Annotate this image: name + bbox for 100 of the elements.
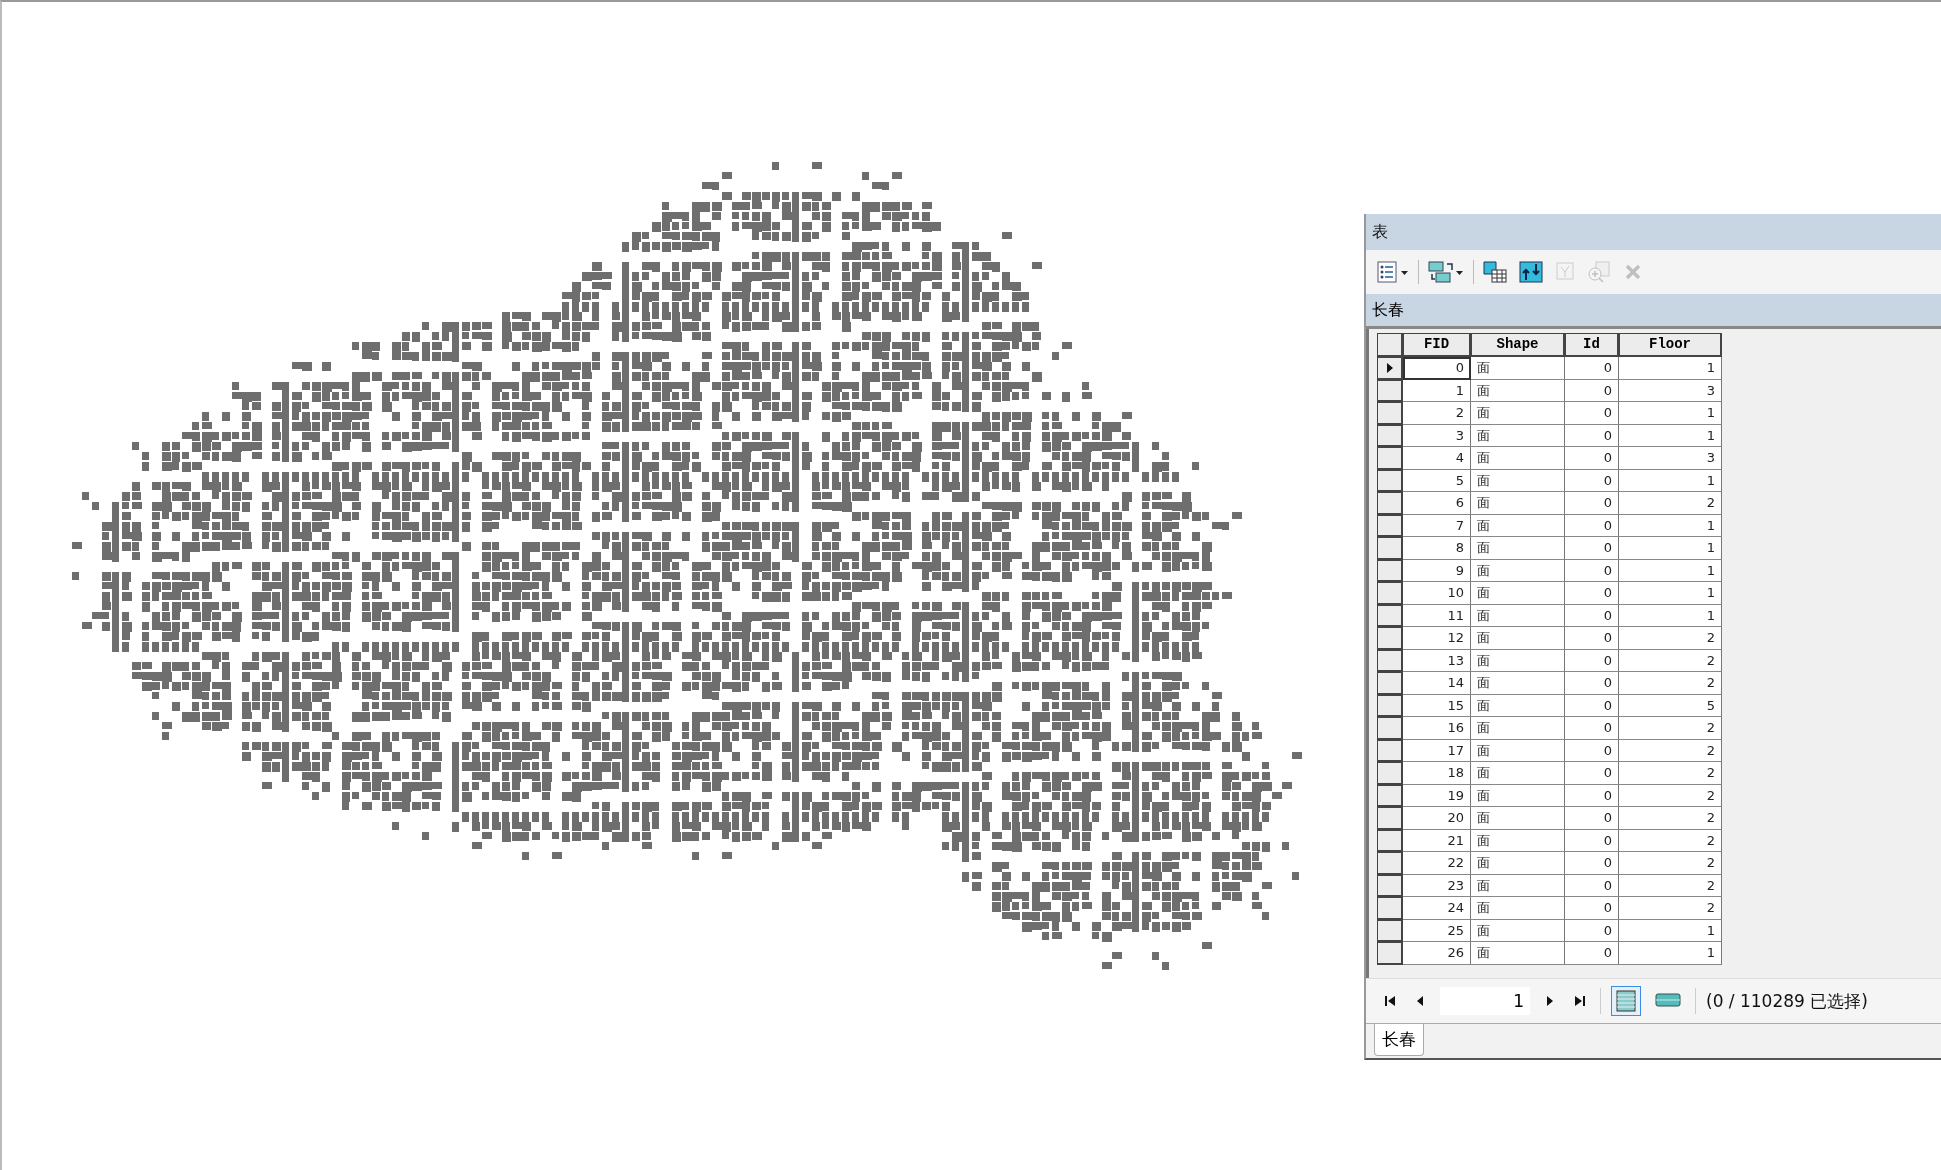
- row-header[interactable]: [1377, 402, 1403, 425]
- column-header[interactable]: Id: [1565, 333, 1619, 357]
- table-cell: 0: [1565, 649, 1619, 672]
- table-row-icon: [1655, 993, 1681, 1009]
- select-by-attributes-button[interactable]: [1480, 258, 1510, 286]
- table-cell: 0: [1565, 537, 1619, 560]
- row-header[interactable]: [1377, 424, 1403, 447]
- row-header[interactable]: [1377, 537, 1403, 560]
- table-cell: 面: [1471, 897, 1565, 920]
- table-cell: 0: [1565, 897, 1619, 920]
- record-field[interactable]: 1: [1440, 987, 1530, 1015]
- row-header[interactable]: [1377, 357, 1403, 380]
- table-cell: 面: [1471, 852, 1565, 875]
- table-cell: 19: [1403, 784, 1471, 807]
- table-cell: 5: [1619, 694, 1722, 717]
- table-cell: 24: [1403, 897, 1471, 920]
- table-cell: 0: [1565, 694, 1619, 717]
- table-cell: 面: [1471, 829, 1565, 852]
- switch-selection-button[interactable]: [1516, 258, 1546, 286]
- table-cell: 0: [1565, 402, 1619, 425]
- table-cell: 0: [1565, 379, 1619, 402]
- table-cell: 1: [1619, 942, 1722, 965]
- table-cell: 10: [1403, 582, 1471, 605]
- table-cell: 3: [1619, 447, 1722, 470]
- row-header[interactable]: [1377, 582, 1403, 605]
- row-header[interactable]: [1377, 874, 1403, 897]
- table-cell: 面: [1471, 514, 1565, 537]
- table-cell: 0: [1565, 852, 1619, 875]
- table-cell: 21: [1403, 829, 1471, 852]
- row-header[interactable]: [1377, 559, 1403, 582]
- row-header[interactable]: [1377, 919, 1403, 942]
- first-icon: [1384, 995, 1396, 1007]
- related-tables-icon: [1427, 260, 1465, 284]
- table-cell: 5: [1403, 469, 1471, 492]
- table-cell: 2: [1403, 402, 1471, 425]
- row-header[interactable]: [1377, 807, 1403, 830]
- table-cell: 2: [1619, 649, 1722, 672]
- table-cell: 2: [1619, 874, 1722, 897]
- row-header[interactable]: [1377, 649, 1403, 672]
- table-cell: 面: [1471, 694, 1565, 717]
- table-rows-icon: [1615, 990, 1637, 1012]
- table-cell: 2: [1619, 762, 1722, 785]
- table-cell: 20: [1403, 807, 1471, 830]
- table-cell: 1: [1619, 402, 1722, 425]
- row-header[interactable]: [1377, 829, 1403, 852]
- row-header[interactable]: [1377, 627, 1403, 650]
- row-header[interactable]: [1377, 897, 1403, 920]
- row-header[interactable]: [1377, 739, 1403, 762]
- table-cell: 3: [1619, 379, 1722, 402]
- row-header[interactable]: [1377, 379, 1403, 402]
- row-header[interactable]: [1377, 784, 1403, 807]
- table-cell: 面: [1471, 807, 1565, 830]
- column-header[interactable]: Shape: [1471, 333, 1565, 357]
- table-cell: 16: [1403, 717, 1471, 740]
- table-cell: 25: [1403, 919, 1471, 942]
- row-header[interactable]: [1377, 447, 1403, 470]
- table-cell: 面: [1471, 942, 1565, 965]
- column-header[interactable]: FID: [1403, 333, 1471, 357]
- table-cell: 面: [1471, 537, 1565, 560]
- row-header[interactable]: [1377, 469, 1403, 492]
- table-cell: 26: [1403, 942, 1471, 965]
- table-cell: 2: [1619, 852, 1722, 875]
- table-cell: 2: [1619, 492, 1722, 515]
- table-cell: 1: [1619, 469, 1722, 492]
- row-header[interactable]: [1377, 942, 1403, 965]
- table-cell: 0: [1403, 357, 1471, 380]
- row-header[interactable]: [1377, 762, 1403, 785]
- table-select-icon: [1482, 260, 1508, 284]
- row-header[interactable]: [1377, 694, 1403, 717]
- table-cell: 面: [1471, 784, 1565, 807]
- row-header[interactable]: [1377, 514, 1403, 537]
- show-all-records-button[interactable]: [1611, 986, 1641, 1016]
- table-cell: 2: [1619, 829, 1722, 852]
- row-header[interactable]: [1377, 604, 1403, 627]
- last-icon: [1574, 995, 1586, 1007]
- column-header[interactable]: Floor: [1619, 333, 1722, 357]
- table-cell: 22: [1403, 852, 1471, 875]
- table-cell: 1: [1619, 357, 1722, 380]
- row-header[interactable]: [1377, 717, 1403, 740]
- row-header[interactable]: [1377, 492, 1403, 515]
- table-cell: 7: [1403, 514, 1471, 537]
- table-cell: 4: [1403, 447, 1471, 470]
- table-cell: 0: [1565, 942, 1619, 965]
- table-cell: 1: [1403, 379, 1471, 402]
- table-cell: 面: [1471, 447, 1565, 470]
- table-cell: 2: [1619, 672, 1722, 695]
- table-cell: 面: [1471, 582, 1565, 605]
- table-cell: 面: [1471, 492, 1565, 515]
- row-header[interactable]: [1377, 852, 1403, 875]
- row-header[interactable]: [1377, 672, 1403, 695]
- table-tab[interactable]: 长春: [1374, 1024, 1424, 1056]
- table-cell: 1: [1619, 604, 1722, 627]
- table-cell: 23: [1403, 874, 1471, 897]
- table-cell: 面: [1471, 739, 1565, 762]
- table-cell: 0: [1565, 514, 1619, 537]
- zoom-icon: [1586, 260, 1612, 284]
- table-cell: 1: [1619, 582, 1722, 605]
- table-cell: 0: [1565, 807, 1619, 830]
- table-cell: 1: [1619, 919, 1722, 942]
- table-cell: 0: [1565, 829, 1619, 852]
